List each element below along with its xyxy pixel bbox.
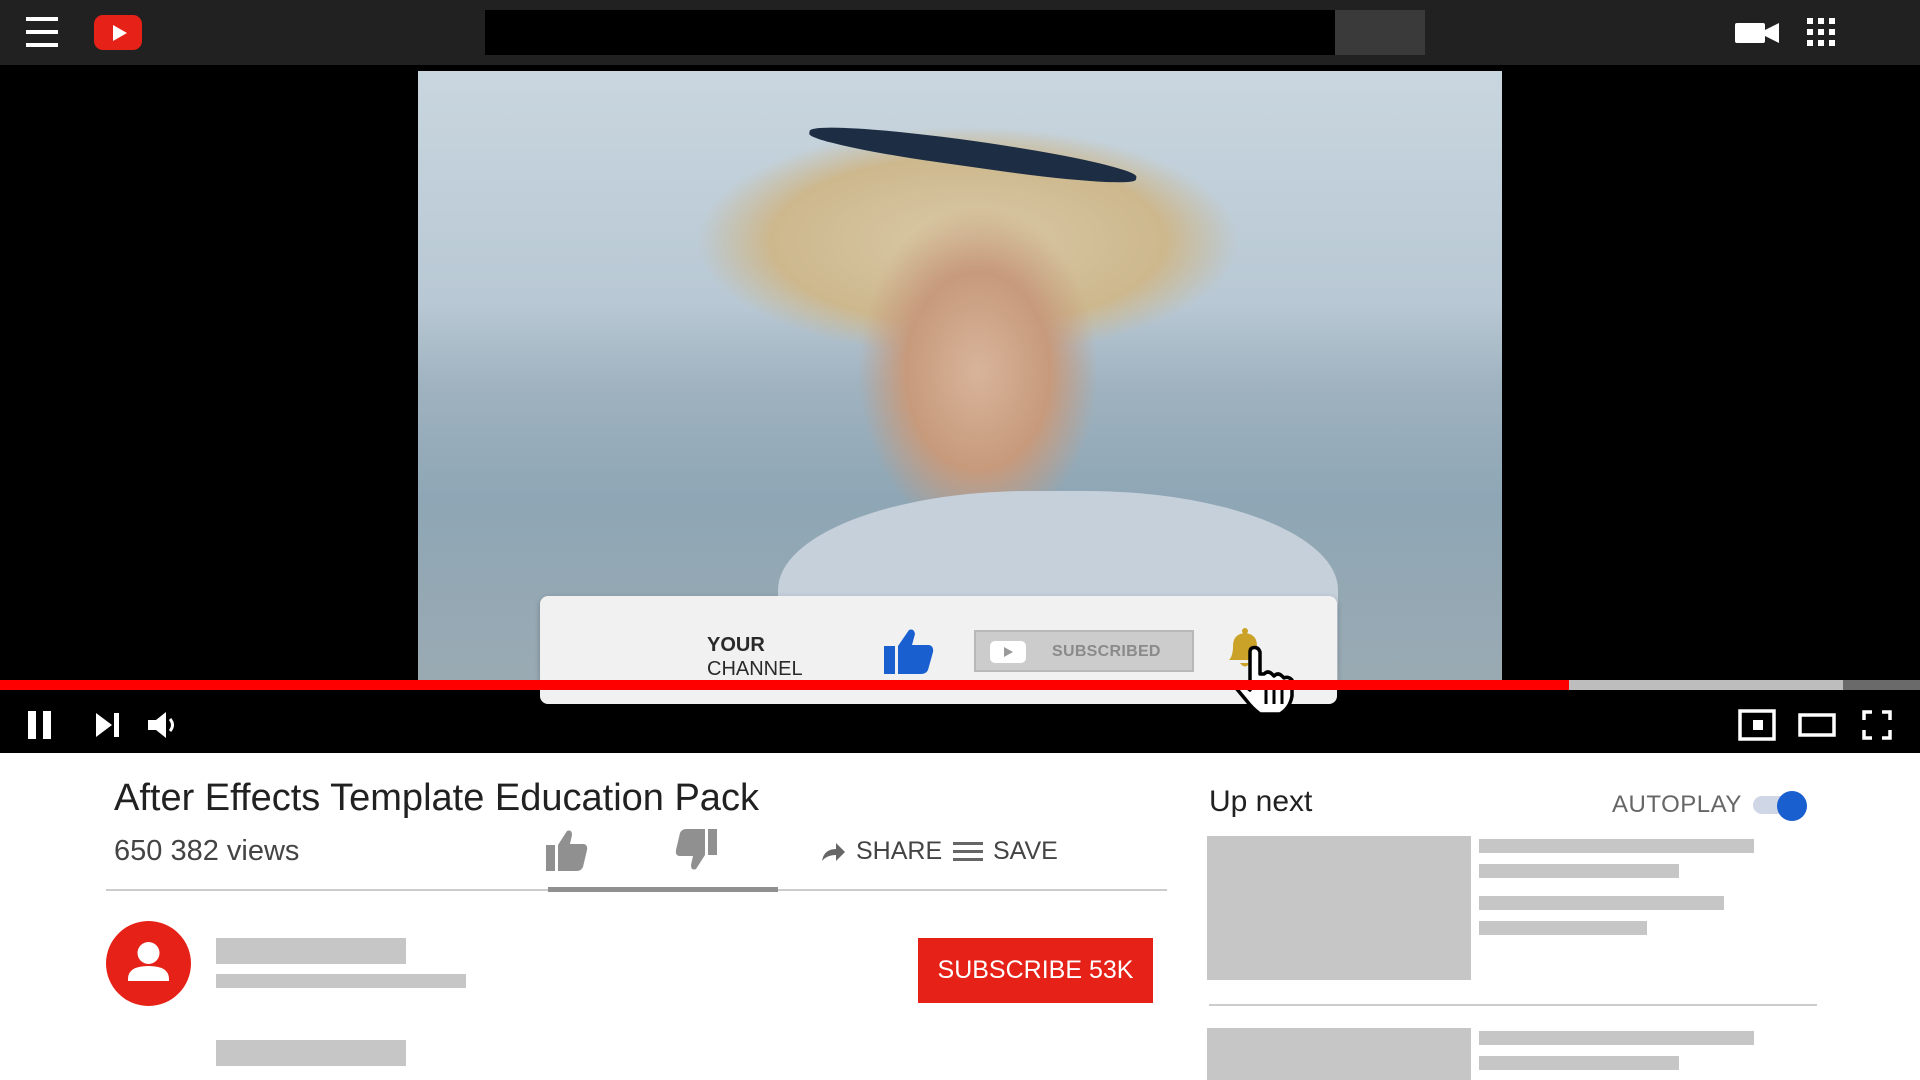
youtube-small-logo-icon: [990, 641, 1026, 663]
like-icon[interactable]: [546, 829, 588, 871]
video-info-section: After Effects Template Education Pack 65…: [0, 753, 1920, 1080]
view-count: 650 382 views: [114, 835, 300, 867]
autoplay-label: AUTOPLAY: [1612, 791, 1742, 818]
progress-bar[interactable]: [0, 680, 1920, 690]
up-next-title-placeholder: [1479, 864, 1679, 878]
video-frame[interactable]: [418, 71, 1502, 681]
pause-icon[interactable]: [28, 711, 52, 739]
channel-name-placeholder: [216, 938, 406, 964]
search-button[interactable]: [1335, 10, 1425, 55]
divider: [1209, 1004, 1817, 1006]
apps-grid-icon[interactable]: [1807, 18, 1835, 46]
share-label: SHARE: [856, 837, 943, 865]
video-player[interactable]: YOUR CHANNEL SUBSCRIBED: [0, 65, 1920, 753]
channel-avatar[interactable]: [106, 921, 191, 1006]
video-camera-icon[interactable]: [1735, 22, 1779, 44]
up-next-title-placeholder: [1479, 1031, 1754, 1045]
miniplayer-icon[interactable]: [1738, 709, 1776, 741]
up-next-thumbnail[interactable]: [1207, 1028, 1471, 1080]
up-next-meta-placeholder: [1479, 921, 1647, 935]
hamburger-menu-icon[interactable]: [26, 17, 58, 47]
save-label: SAVE: [993, 837, 1058, 865]
autoplay-toggle-knob: [1777, 791, 1807, 821]
next-icon[interactable]: [96, 713, 120, 737]
description-placeholder: [216, 1040, 406, 1066]
save-button[interactable]: SAVE: [953, 837, 1058, 866]
up-next-title-placeholder: [1479, 839, 1754, 853]
thumbs-up-icon[interactable]: [884, 628, 934, 674]
youtube-logo-icon[interactable]: [94, 15, 142, 50]
autoplay-toggle[interactable]: [1753, 791, 1809, 821]
overlay-subscribed-button[interactable]: SUBSCRIBED: [974, 630, 1194, 672]
subscribe-button[interactable]: SUBSCRIBE 53K: [918, 938, 1153, 1003]
fullscreen-icon[interactable]: [1862, 710, 1892, 740]
share-arrow-icon: [822, 842, 845, 861]
channel-meta-placeholder: [216, 974, 466, 988]
overlay-title-line1: YOUR: [707, 634, 765, 656]
overlay-subscribed-label: SUBSCRIBED: [1052, 643, 1161, 660]
person-icon: [128, 942, 169, 981]
video-hat-band-shape: [807, 118, 1139, 190]
video-title: After Effects Template Education Pack: [114, 777, 759, 819]
up-next-thumbnail[interactable]: [1207, 836, 1471, 980]
overlay-title-line2: CHANNEL: [707, 658, 803, 680]
up-next-meta-placeholder: [1479, 896, 1724, 910]
up-next-title: Up next: [1209, 785, 1313, 818]
dislike-icon[interactable]: [675, 829, 717, 871]
playlist-add-icon: [953, 841, 983, 861]
share-button[interactable]: SHARE: [820, 837, 942, 866]
progress-played: [0, 680, 1569, 690]
search-input[interactable]: [485, 10, 1335, 55]
volume-icon[interactable]: [148, 712, 178, 738]
up-next-title-placeholder: [1479, 1056, 1679, 1070]
like-dislike-ratio-bar: [548, 887, 778, 892]
theater-mode-icon[interactable]: [1798, 713, 1836, 737]
top-bar: [0, 0, 1920, 65]
